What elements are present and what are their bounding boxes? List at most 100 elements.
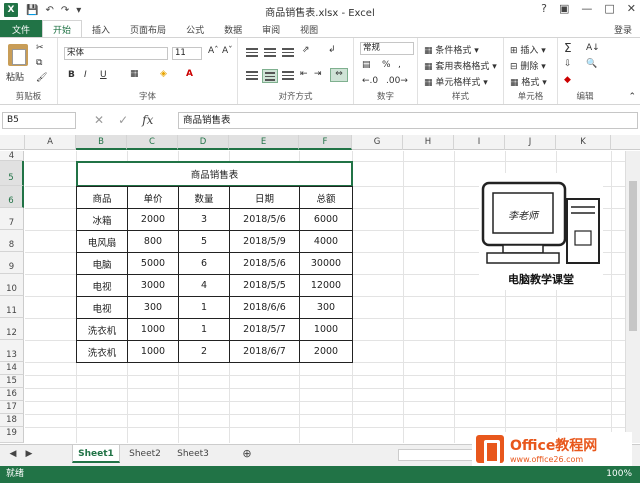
- row-header-14[interactable]: 14: [0, 362, 24, 375]
- merge-center-icon[interactable]: ⇔: [330, 68, 348, 82]
- bold-button[interactable]: B: [68, 70, 75, 80]
- table-cell[interactable]: 2018/5/7: [229, 318, 300, 341]
- currency-icon[interactable]: ▤: [362, 60, 371, 70]
- formula-input[interactable]: 商品销售表: [178, 112, 638, 129]
- sheet-tab-sheet1[interactable]: Sheet1: [72, 445, 120, 463]
- font-size-select[interactable]: 11: [172, 47, 202, 60]
- column-header-c[interactable]: C: [127, 135, 178, 150]
- align-left-icon[interactable]: [246, 71, 258, 81]
- column-header-b[interactable]: B: [76, 135, 127, 150]
- table-cell[interactable]: 2018/5/6: [229, 252, 300, 275]
- close-button[interactable]: ✕: [627, 2, 636, 15]
- sheet-tab-sheet2[interactable]: Sheet2: [122, 445, 168, 463]
- delete-cells-button[interactable]: ⊟ 删除 ▾: [510, 59, 546, 72]
- table-cell[interactable]: 2000: [127, 208, 179, 231]
- underline-button[interactable]: U: [100, 70, 107, 80]
- fill-color-icon[interactable]: ◈: [160, 69, 167, 79]
- customize-qa-icon[interactable]: ▾: [76, 5, 81, 16]
- table-cell[interactable]: 12000: [299, 274, 353, 297]
- column-header-a[interactable]: A: [25, 135, 76, 150]
- table-title-cell[interactable]: 商品销售表: [76, 161, 353, 187]
- tab-file[interactable]: 文件: [0, 20, 43, 38]
- row-header-16[interactable]: 16: [0, 388, 24, 401]
- table-cell[interactable]: 5000: [127, 252, 179, 275]
- header-cell[interactable]: 日期: [229, 186, 300, 209]
- row-header-7[interactable]: 7: [0, 208, 24, 230]
- cut-icon[interactable]: ✂: [36, 43, 44, 53]
- collapse-ribbon-icon[interactable]: ⌃: [628, 92, 636, 102]
- number-format-select[interactable]: 常规: [360, 42, 414, 55]
- tab-insert[interactable]: 插入: [82, 20, 120, 38]
- row-header-10[interactable]: 10: [0, 274, 24, 296]
- table-cell[interactable]: 30000: [299, 252, 353, 275]
- table-cell[interactable]: 电视: [76, 296, 128, 319]
- undo-icon[interactable]: ↶: [45, 5, 53, 16]
- table-cell[interactable]: 电风扇: [76, 230, 128, 253]
- table-cell[interactable]: 电视: [76, 274, 128, 297]
- vertical-scrollbar[interactable]: [625, 151, 640, 443]
- table-cell[interactable]: 1000: [299, 318, 353, 341]
- add-sheet-icon[interactable]: ⊕: [238, 445, 256, 463]
- comma-icon[interactable]: ,: [398, 60, 401, 70]
- name-box[interactable]: B5: [2, 112, 76, 129]
- header-cell[interactable]: 数量: [178, 186, 230, 209]
- font-name-select[interactable]: 宋体: [64, 47, 168, 60]
- clear-icon[interactable]: ◆: [564, 75, 571, 85]
- vertical-scroll-thumb[interactable]: [629, 181, 637, 331]
- decrease-decimal-icon[interactable]: .00→: [386, 76, 408, 86]
- tab-review[interactable]: 审阅: [252, 20, 290, 38]
- align-middle-icon[interactable]: [264, 48, 276, 58]
- table-cell[interactable]: 3: [178, 208, 230, 231]
- table-cell[interactable]: 6000: [299, 208, 353, 231]
- maximize-button[interactable]: □: [604, 2, 614, 15]
- zoom-level[interactable]: 100%: [606, 466, 632, 483]
- percent-icon[interactable]: %: [382, 60, 391, 70]
- column-header-d[interactable]: D: [178, 135, 229, 150]
- column-header-j[interactable]: J: [505, 135, 556, 150]
- table-cell[interactable]: 2000: [299, 340, 353, 363]
- row-header-8[interactable]: 8: [0, 230, 24, 252]
- table-cell[interactable]: 1000: [127, 340, 179, 363]
- paste-label[interactable]: 粘贴: [6, 70, 24, 83]
- table-cell[interactable]: 4000: [299, 230, 353, 253]
- column-header-i[interactable]: I: [454, 135, 505, 150]
- help-icon[interactable]: ?: [541, 2, 547, 15]
- save-icon[interactable]: 💾: [26, 5, 38, 16]
- ribbon-display-icon[interactable]: ▣: [559, 2, 569, 15]
- redo-icon[interactable]: ↷: [61, 5, 69, 16]
- next-sheet-icon[interactable]: ▶: [22, 445, 36, 463]
- cell-styles-button[interactable]: ▦ 单元格样式 ▾: [424, 75, 488, 88]
- table-cell[interactable]: 2018/5/6: [229, 208, 300, 231]
- table-cell[interactable]: 2018/5/5: [229, 274, 300, 297]
- row-header-4[interactable]: 4: [0, 151, 24, 161]
- header-cell[interactable]: 商品: [76, 186, 128, 209]
- column-header-k[interactable]: K: [556, 135, 611, 150]
- orientation-icon[interactable]: ⇗: [302, 45, 310, 55]
- wrap-text-icon[interactable]: ↲: [328, 45, 336, 55]
- row-header-19[interactable]: 19: [0, 427, 24, 443]
- font-color-icon[interactable]: A: [186, 69, 193, 79]
- increase-indent-icon[interactable]: ⇥: [314, 69, 322, 79]
- table-cell[interactable]: 2: [178, 340, 230, 363]
- tab-formulas[interactable]: 公式: [176, 20, 214, 38]
- column-header-g[interactable]: G: [352, 135, 403, 150]
- table-cell[interactable]: 800: [127, 230, 179, 253]
- sheet-tab-sheet3[interactable]: Sheet3: [170, 445, 216, 463]
- row-header-6[interactable]: 6: [0, 186, 24, 208]
- grow-font-icon[interactable]: Aˆ: [208, 46, 219, 56]
- border-icon[interactable]: ▦: [130, 69, 139, 79]
- enter-icon[interactable]: ✓: [118, 113, 128, 127]
- table-cell[interactable]: 300: [299, 296, 353, 319]
- row-header-11[interactable]: 11: [0, 296, 24, 318]
- table-cell[interactable]: 2018/6/6: [229, 296, 300, 319]
- align-top-icon[interactable]: [246, 48, 258, 58]
- table-cell[interactable]: 2018/6/7: [229, 340, 300, 363]
- table-cell[interactable]: 冰箱: [76, 208, 128, 231]
- cancel-icon[interactable]: ✕: [94, 113, 104, 127]
- column-header-e[interactable]: E: [229, 135, 299, 150]
- align-bottom-icon[interactable]: [282, 48, 294, 58]
- table-cell[interactable]: 300: [127, 296, 179, 319]
- table-cell[interactable]: 电脑: [76, 252, 128, 275]
- find-select-icon[interactable]: 🔍: [586, 59, 597, 69]
- column-header-f[interactable]: F: [299, 135, 352, 150]
